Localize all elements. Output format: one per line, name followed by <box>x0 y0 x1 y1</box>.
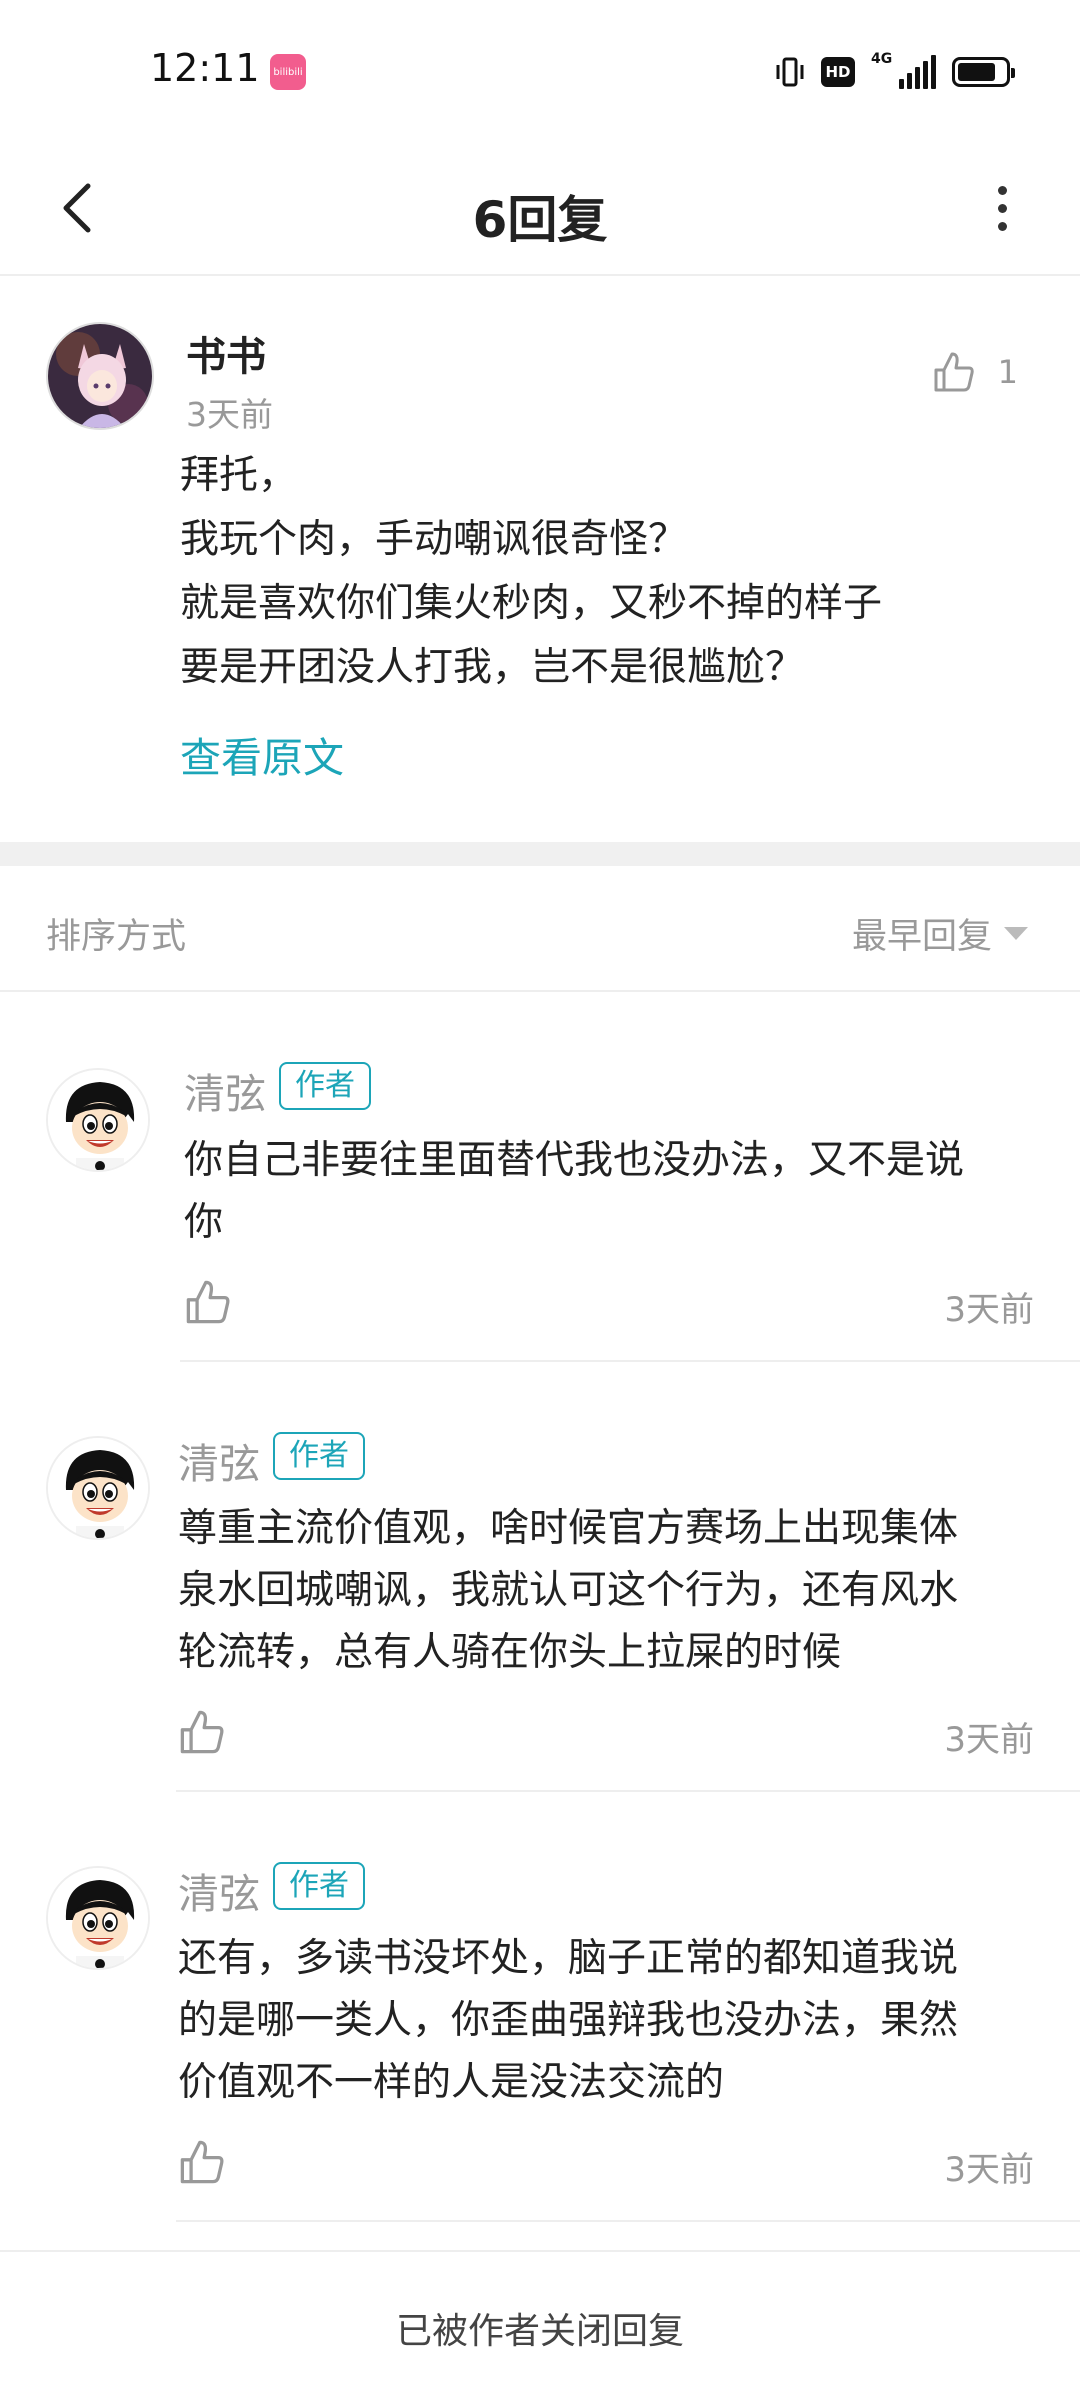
reply-username[interactable]: 清弦 <box>178 1860 260 1920</box>
reply-line: 轮流转，总有人骑在你头上拉屎的时候 <box>178 1630 842 1675</box>
reply-time: 3天前 <box>944 2150 1034 2190</box>
sort-dropdown[interactable]: 最早回复 <box>852 908 1028 959</box>
reply-line: 还有，多读书没坏处，脑子正常的都知道我说 <box>178 1936 959 1981</box>
app-badge-label: bilibili <box>273 66 303 78</box>
view-original-link[interactable]: 查看原文 <box>180 724 344 784</box>
cartoon-boy-avatar-icon <box>48 1438 148 1538</box>
status-time: 12:11 <box>150 46 260 90</box>
reply-text: 尊重主流价值观，啥时候官方赛场上出现集体 泉水回城嘲讽，我就认可这个行为，还有风… <box>178 1498 1058 1684</box>
reply-username[interactable]: 清弦 <box>184 1060 266 1120</box>
reply-line: 你 <box>184 1200 224 1245</box>
vibrate-icon <box>776 57 804 87</box>
signal-icon: 4G <box>871 51 936 89</box>
avatar[interactable] <box>46 1436 150 1540</box>
like-count: 1 <box>997 353 1018 391</box>
reply-item: 清弦 作者 尊重主流价值观，啥时候官方赛场上出现集体 泉水回城嘲讽，我就认可这个… <box>0 1362 1080 1792</box>
reply-time: 3天前 <box>944 1720 1034 1760</box>
status-icons: HD 4G <box>775 51 1015 92</box>
reply-item: 清弦 作者 还有，多读书没坏处，脑子正常的都知道我说 的是哪一类人，你歪曲强辩我… <box>0 1792 1080 2222</box>
reply-username[interactable]: 清弦 <box>178 1430 260 1490</box>
sort-selected-value: 最早回复 <box>851 917 992 957</box>
reply-line: 泉水回城嘲讽，我就认可这个行为，还有风水 <box>178 1568 959 1613</box>
bilibili-app-icon: bilibili <box>270 54 306 90</box>
reply-line: 的是哪一类人，你歪曲强辩我也没办法，果然 <box>178 1998 959 2043</box>
sort-label: 排序方式 <box>46 917 187 957</box>
comment-line: 要是开团没人打我，岂不是很尴尬？ <box>180 645 805 690</box>
reply-closed-footer: 已被作者关闭回复 <box>0 2250 1080 2400</box>
thumbs-up-icon[interactable] <box>184 1278 232 1326</box>
author-badge: 作者 <box>273 1432 365 1480</box>
sort-row: 排序方式 最早回复 <box>0 866 1080 992</box>
reply-closed-notice: 已被作者关闭回复 <box>395 2311 684 2352</box>
thumbs-up-icon <box>934 352 974 392</box>
original-comment: 书书 3天前 1 拜托， 我玩个肉，手动嘲讽很奇怪？ 就是喜欢你们集火秒肉，又秒… <box>0 276 1080 842</box>
avatar[interactable] <box>46 1068 150 1172</box>
section-divider <box>0 842 1080 866</box>
reply-line: 尊重主流价值观，啥时候官方赛场上出现集体 <box>178 1506 959 1551</box>
comment-line: 就是喜欢你们集火秒肉，又秒不掉的样子 <box>180 581 883 626</box>
thumbs-up-icon[interactable] <box>178 1708 226 1756</box>
username[interactable]: 书书 <box>186 324 266 382</box>
reply-item: 清弦 作者 你自己非要往里面替代我也没办法，又不是说 你 3天前 <box>0 992 1080 1362</box>
comment-line: 我玩个肉，手动嘲讽很奇怪？ <box>180 517 688 562</box>
author-badge: 作者 <box>273 1862 365 1910</box>
page: 12:11 bilibili HD 4G 6回复 书书 3天前 1 拜托， 我玩… <box>0 0 1080 2400</box>
thumbs-up-icon[interactable] <box>178 2138 226 2186</box>
hd-icon: HD <box>821 57 855 87</box>
avatar[interactable] <box>46 322 154 430</box>
like-button[interactable]: 1 <box>932 350 1018 394</box>
comment-time: 3天前 <box>186 395 273 434</box>
comment-text: 拜托， 我玩个肉，手动嘲讽很奇怪？ 就是喜欢你们集火秒肉，又秒不掉的样子 要是开… <box>180 444 1040 700</box>
reply-line: 你自己非要往里面替代我也没办法，又不是说 <box>184 1138 965 1183</box>
author-badge: 作者 <box>279 1062 371 1110</box>
reply-time: 3天前 <box>944 1290 1034 1330</box>
avatar[interactable] <box>46 1866 150 1970</box>
reply-divider <box>176 2220 1080 2222</box>
comment-line: 拜托， <box>180 453 298 498</box>
battery-icon <box>952 57 1015 87</box>
reply-line: 价值观不一样的人是没法交流的 <box>178 2060 725 2105</box>
cartoon-boy-avatar-icon <box>48 1868 148 1968</box>
caret-down-icon <box>1004 927 1028 940</box>
page-title: 6回复 <box>472 191 608 249</box>
status-bar: 12:11 bilibili HD 4G <box>0 0 1080 140</box>
nav-bar: 6回复 <box>0 140 1080 276</box>
reply-text: 还有，多读书没坏处，脑子正常的都知道我说 的是哪一类人，你歪曲强辩我也没办法，果… <box>178 1928 1058 2114</box>
cartoon-boy-avatar-icon <box>48 1070 148 1170</box>
reply-text: 你自己非要往里面替代我也没办法，又不是说 你 <box>184 1130 1064 1254</box>
more-options-button[interactable] <box>964 170 1040 246</box>
network-type: 4G <box>871 51 893 67</box>
anime-girl-avatar-icon <box>48 324 152 428</box>
